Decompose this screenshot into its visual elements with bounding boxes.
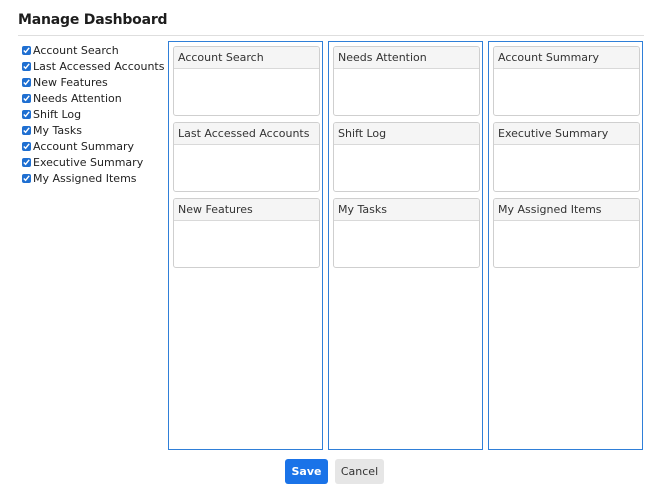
widget-title: New Features <box>174 199 319 221</box>
widget-needs-attention[interactable]: Needs Attention <box>333 46 480 116</box>
checklist-item-label: Executive Summary <box>33 155 144 169</box>
widget-title: Account Search <box>174 47 319 69</box>
checkbox[interactable] <box>22 93 31 103</box>
checkbox[interactable] <box>22 61 31 71</box>
checkbox[interactable] <box>22 109 31 119</box>
checklist-item-label: My Assigned Items <box>33 171 137 185</box>
cancel-button[interactable]: Cancel <box>335 459 384 484</box>
checklist-item-account-search[interactable]: Account Search <box>22 42 164 58</box>
checklist-item-label: New Features <box>33 75 108 89</box>
widget-my-assigned-items[interactable]: My Assigned Items <box>493 198 640 268</box>
widget-title: Shift Log <box>334 123 479 145</box>
checkbox[interactable] <box>22 141 31 151</box>
widget-account-search[interactable]: Account Search <box>173 46 320 116</box>
save-button[interactable]: Save <box>285 459 328 484</box>
checklist-item-my-tasks[interactable]: My Tasks <box>22 122 164 138</box>
widget-shift-log[interactable]: Shift Log <box>333 122 480 192</box>
widget-last-accessed-accounts[interactable]: Last Accessed Accounts <box>173 122 320 192</box>
widget-checklist: Account Search Last Accessed Accounts Ne… <box>22 42 164 186</box>
widget-account-summary[interactable]: Account Summary <box>493 46 640 116</box>
checklist-item-my-assigned-items[interactable]: My Assigned Items <box>22 170 164 186</box>
checklist-item-account-summary[interactable]: Account Summary <box>22 138 164 154</box>
checklist-item-last-accessed-accounts[interactable]: Last Accessed Accounts <box>22 58 164 74</box>
widget-title: Account Summary <box>494 47 639 69</box>
widget-title: Executive Summary <box>494 123 639 145</box>
checklist-item-label: Account Search <box>33 43 119 57</box>
checklist-item-executive-summary[interactable]: Executive Summary <box>22 154 164 170</box>
widget-title: Needs Attention <box>334 47 479 69</box>
checkbox[interactable] <box>22 45 31 55</box>
dashboard-column-1: Account Search Last Accessed Accounts Ne… <box>168 41 323 450</box>
checklist-item-shift-log[interactable]: Shift Log <box>22 106 164 122</box>
title-divider <box>18 35 644 36</box>
checklist-item-label: Shift Log <box>33 107 82 121</box>
widget-my-tasks[interactable]: My Tasks <box>333 198 480 268</box>
dashboard-column-3: Account Summary Executive Summary My Ass… <box>488 41 643 450</box>
widget-title: My Assigned Items <box>494 199 639 221</box>
checklist-item-new-features[interactable]: New Features <box>22 74 164 90</box>
checklist-item-label: Needs Attention <box>33 91 122 105</box>
checklist-item-needs-attention[interactable]: Needs Attention <box>22 90 164 106</box>
dashboard-column-2: Needs Attention Shift Log My Tasks <box>328 41 483 450</box>
widget-executive-summary[interactable]: Executive Summary <box>493 122 640 192</box>
widget-title: My Tasks <box>334 199 479 221</box>
checkbox[interactable] <box>22 173 31 183</box>
checklist-item-label: Last Accessed Accounts <box>33 59 165 73</box>
checkbox[interactable] <box>22 77 31 87</box>
checklist-item-label: Account Summary <box>33 139 135 153</box>
widget-new-features[interactable]: New Features <box>173 198 320 268</box>
widget-title: Last Accessed Accounts <box>174 123 319 145</box>
checkbox[interactable] <box>22 157 31 167</box>
checkbox[interactable] <box>22 125 31 135</box>
checklist-item-label: My Tasks <box>33 123 82 137</box>
page-title: Manage Dashboard <box>18 12 168 28</box>
